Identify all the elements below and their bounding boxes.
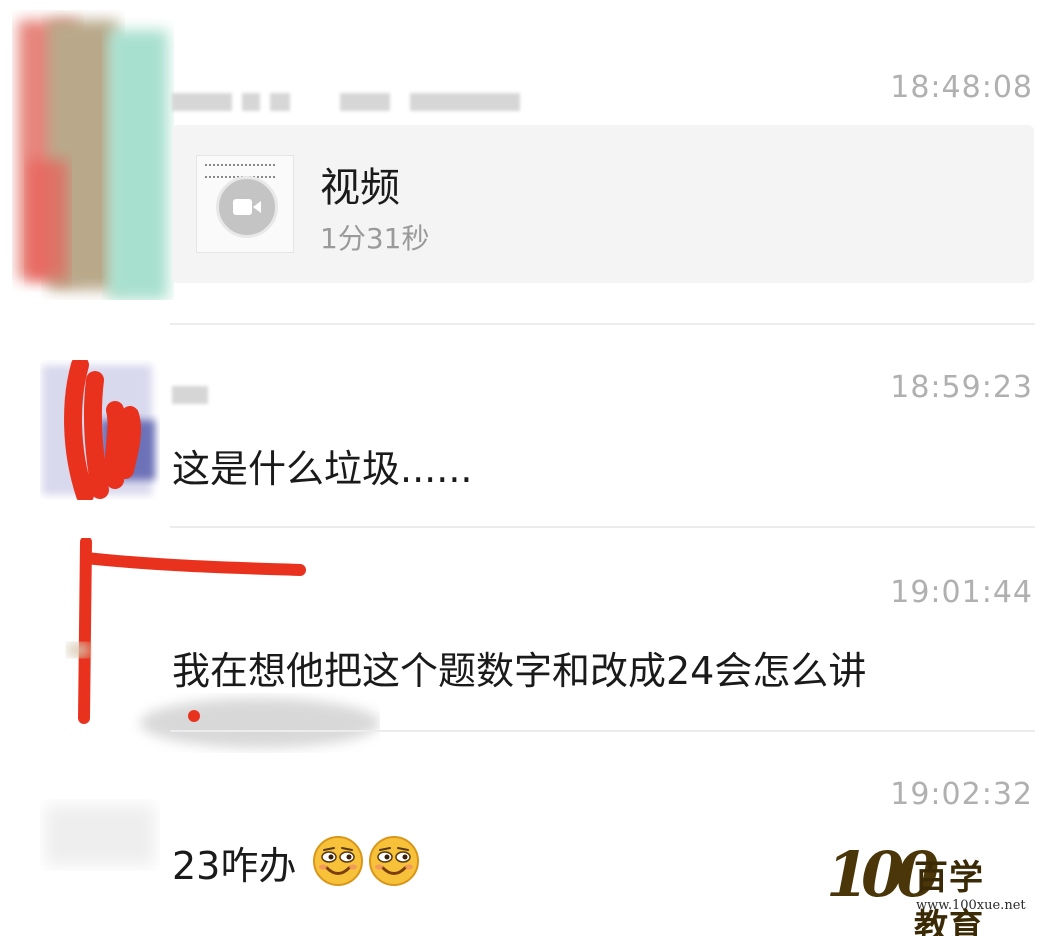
chat-message-video: 18:48:08 视频 1分31秒 — [0, 0, 1063, 300]
grin-emoji-icon — [313, 836, 364, 886]
chat-message-text: 18:59:23 这是什么垃圾...... — [0, 330, 1063, 525]
video-camera-icon — [216, 176, 278, 238]
message-timestamp: 19:01:44 — [890, 575, 1033, 610]
brand-watermark-logo: 100 百学教育 www.100xue.net — [826, 838, 1026, 936]
redacted-avatar-icon — [42, 360, 155, 500]
logo-url: www.100xue.net — [916, 898, 1026, 913]
message-timestamp: 19:02:32 — [890, 777, 1033, 812]
video-thumbnail[interactable] — [196, 155, 294, 253]
message-divider — [170, 526, 1035, 528]
video-duration: 1分31秒 — [320, 222, 430, 255]
avatar[interactable] — [40, 360, 160, 500]
avatar[interactable] — [40, 775, 160, 895]
redacted-avatar-icon — [45, 805, 155, 865]
video-message-card[interactable]: 视频 1分31秒 — [172, 125, 1034, 283]
sender-name-redacted — [172, 385, 208, 405]
message-timestamp: 18:59:23 — [890, 370, 1033, 405]
video-title: 视频 — [320, 165, 400, 211]
redacted-avatar-icon — [18, 20, 168, 300]
chat-message-text: 19:01:44 我在想他把这个题数字和改成24会怎么讲 — [0, 530, 1063, 748]
message-text: 这是什么垃圾...... — [172, 447, 473, 491]
chat-history-page: 18:48:08 视频 1分31秒 18:59:23 这是什么垃圾...... … — [0, 0, 1063, 936]
message-text: 我在想他把这个题数字和改成24会怎么讲 — [172, 649, 867, 693]
message-divider — [170, 730, 1035, 732]
message-timestamp: 18:48:08 — [890, 70, 1033, 105]
message-divider — [170, 323, 1035, 325]
avatar[interactable] — [8, 10, 188, 300]
message-text-content: 23咋办 — [172, 844, 297, 888]
sender-name-redacted — [172, 92, 520, 112]
grin-emoji-icon — [369, 836, 420, 886]
avatar[interactable] — [60, 536, 380, 748]
logo-brand-name: 百学教育 — [914, 858, 984, 936]
message-text: 23咋办 — [172, 835, 420, 890]
